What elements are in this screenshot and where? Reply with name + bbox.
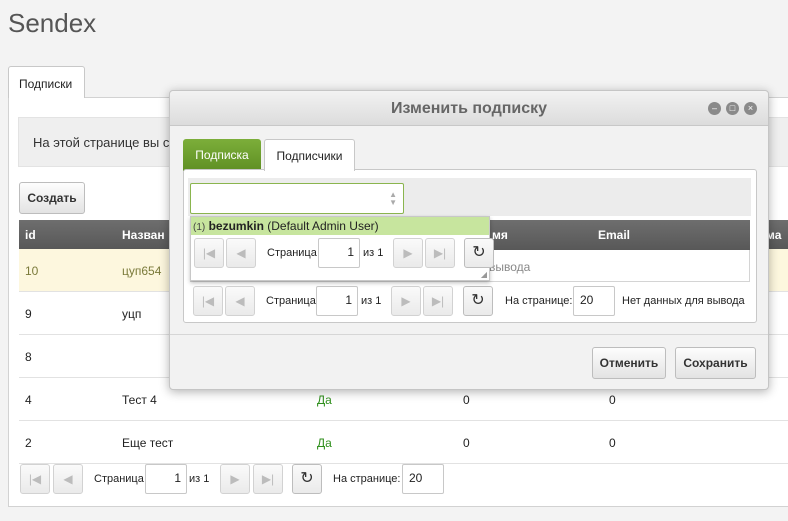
table-row[interactable]: 2 Еще тест Да 0 0: [19, 421, 788, 464]
first-page-icon[interactable]: |◀: [193, 286, 223, 316]
cell-count-a: 0: [463, 436, 470, 450]
user-dropdown-list: (1) bezumkin (Default Admin User) |◀ ◀ С…: [190, 216, 494, 281]
info-text: На этой странице вы с: [33, 135, 170, 150]
cell-id: 9: [25, 307, 32, 321]
cell-id: 4: [25, 393, 32, 407]
cell-name: цуп654: [122, 264, 162, 278]
dialog-header[interactable]: Изменить подписку – □ ×: [170, 91, 768, 126]
next-page-icon[interactable]: ▶: [393, 238, 423, 268]
refresh-icon[interactable]: ↻: [464, 238, 494, 268]
last-page-icon[interactable]: ▶|: [423, 286, 453, 316]
page-of-label: из 1: [189, 473, 210, 485]
dropdown-item-user[interactable]: (1) bezumkin (Default Admin User): [191, 217, 489, 235]
per-page-input[interactable]: 20: [402, 464, 444, 494]
page-input[interactable]: 1: [316, 286, 358, 316]
tab-subscription[interactable]: Подписка: [183, 139, 261, 171]
page-of-label: из 1: [361, 295, 382, 307]
edit-subscription-dialog: Изменить подписку – □ × Подписка Подписч…: [169, 90, 769, 390]
prev-page-icon[interactable]: ◀: [226, 238, 256, 268]
prev-page-icon[interactable]: ◀: [225, 286, 255, 316]
per-page-label: На странице:: [505, 295, 573, 307]
per-page-label: На странице:: [333, 473, 401, 485]
page-label: Страница: [94, 473, 144, 485]
item-username: bezumkin: [208, 219, 264, 233]
cell-count-b: 0: [609, 436, 616, 450]
next-page-icon[interactable]: ▶: [391, 286, 421, 316]
page-input[interactable]: 1: [145, 464, 187, 494]
last-page-icon[interactable]: ▶|: [253, 464, 283, 494]
cell-name: Тест 4: [122, 393, 157, 407]
page-input[interactable]: 1: [318, 238, 360, 268]
maximize-icon[interactable]: □: [726, 102, 739, 115]
cell-active: Да: [317, 436, 332, 450]
prev-page-icon[interactable]: ◀: [53, 464, 83, 494]
close-icon[interactable]: ×: [744, 102, 757, 115]
refresh-icon[interactable]: ↻: [292, 464, 322, 494]
no-data-text: Нет данных для вывода: [622, 295, 745, 307]
last-page-icon[interactable]: ▶|: [425, 238, 455, 268]
page-of-label: из 1: [363, 247, 384, 259]
save-button[interactable]: Сохранить: [675, 347, 756, 379]
combo-arrows-icon[interactable]: ▲ ▼: [389, 191, 397, 207]
create-button[interactable]: Создать: [19, 182, 85, 214]
next-page-icon[interactable]: ▶: [220, 464, 250, 494]
cell-id: 8: [25, 350, 32, 364]
minimize-icon[interactable]: –: [708, 102, 721, 115]
column-header-name[interactable]: мя: [492, 228, 508, 242]
page-label: Страница: [266, 295, 316, 307]
cell-name: Еще тест: [122, 436, 174, 450]
refresh-icon[interactable]: ↻: [463, 286, 493, 316]
item-fullname: (Default Admin User): [267, 219, 379, 233]
first-page-icon[interactable]: |◀: [194, 238, 224, 268]
column-header-name[interactable]: Назван: [122, 228, 165, 242]
first-page-icon[interactable]: |◀: [20, 464, 50, 494]
user-combobox[interactable]: ▲ ▼: [190, 183, 404, 214]
footer-divider: [170, 334, 768, 335]
item-count: (1): [193, 222, 206, 233]
column-header-email[interactable]: Email: [598, 228, 630, 242]
cell-id: 2: [25, 436, 32, 450]
tab-subscriptions[interactable]: Подписки: [8, 66, 85, 98]
resize-grip-icon[interactable]: ◢: [481, 270, 487, 279]
per-page-input[interactable]: 20: [573, 286, 615, 316]
cell-count-b: 0: [609, 393, 616, 407]
page-label: Страница: [267, 247, 317, 259]
cell-active: Да: [317, 393, 332, 407]
app-title: Sendex: [8, 8, 97, 38]
dialog-title: Изменить подписку: [390, 100, 548, 117]
cell-count-a: 0: [463, 393, 470, 407]
cell-name: уцп: [122, 307, 142, 321]
cell-id: 10: [25, 264, 39, 278]
tab-subscribers[interactable]: Подписчики: [264, 139, 355, 171]
cancel-button[interactable]: Отменить: [592, 347, 666, 379]
column-header-id[interactable]: id: [25, 228, 36, 242]
empty-text: вывода: [489, 260, 531, 274]
